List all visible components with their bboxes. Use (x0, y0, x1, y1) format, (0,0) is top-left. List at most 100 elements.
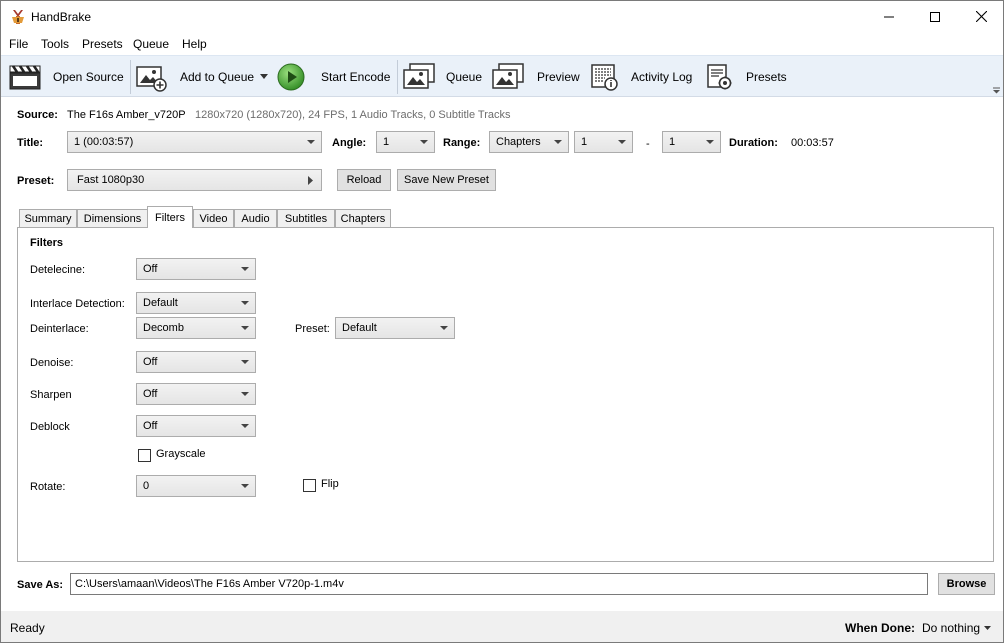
when-done-dropdown[interactable]: Do nothing (920, 617, 998, 637)
sharpen-label: Sharpen (30, 389, 72, 401)
range-end-select[interactable]: 1 (662, 131, 721, 153)
chevron-down-icon (554, 140, 562, 144)
grayscale-checkbox[interactable] (138, 449, 151, 462)
preset-select-value: Fast 1080p30 (77, 174, 145, 186)
queue-button[interactable]: Queue (402, 56, 484, 97)
denoise-value: Off (143, 356, 158, 368)
save-new-preset-button[interactable]: Save New Preset (397, 169, 496, 191)
deblock-value: Off (143, 420, 158, 432)
maximize-button[interactable] (912, 1, 958, 32)
duration-value: 00:03:57 (791, 137, 834, 149)
chevron-down-icon (440, 326, 448, 330)
range-type-value: Chapters (496, 136, 541, 148)
range-type-select[interactable]: Chapters (489, 131, 569, 153)
deinterlace-label: Deinterlace: (30, 323, 89, 335)
save-as-label: Save As: (17, 579, 64, 591)
preset-label: Preset: (17, 175, 55, 187)
deblock-select[interactable]: Off (136, 415, 256, 437)
preview-label: Preview (537, 70, 580, 84)
chevron-down-icon (241, 424, 249, 428)
deinterlace-preset-select[interactable]: Default (335, 317, 455, 339)
status-text: Ready (10, 621, 45, 635)
save-as-path-field[interactable]: C:\Users\amaan\Videos\The F16s Amber V72… (70, 573, 928, 595)
browse-button[interactable]: Browse (938, 573, 995, 595)
rotate-select[interactable]: 0 (136, 475, 256, 497)
activity-log-button[interactable]: Activity Log (589, 56, 697, 97)
detelecine-value: Off (143, 263, 158, 275)
main-toolbar: Open Source Add to Queue Start Encode Qu… (1, 55, 1003, 97)
start-encode-button[interactable]: Start Encode (277, 56, 391, 97)
chevron-down-icon (241, 484, 249, 488)
interlace-detection-select[interactable]: Default (136, 292, 256, 314)
interlace-detection-label: Interlace Detection: (30, 298, 125, 310)
queue-icon (403, 63, 435, 89)
sharpen-value: Off (143, 388, 158, 400)
flip-label: Flip (321, 478, 339, 490)
activity-log-label: Activity Log (631, 70, 693, 84)
preview-button[interactable]: Preview (490, 56, 582, 97)
filters-heading: Filters (30, 237, 64, 249)
angle-select-value: 1 (383, 136, 390, 148)
handbrake-logo-icon (12, 10, 24, 24)
denoise-select[interactable]: Off (136, 351, 256, 373)
menu-tools[interactable]: Tools (41, 37, 69, 51)
preset-select[interactable]: Fast 1080p30 (67, 169, 322, 191)
source-name: The F16s Amber_v720P (67, 109, 186, 121)
rotate-label: Rotate: (30, 481, 66, 493)
toolbar-separator (397, 60, 398, 94)
range-start-select[interactable]: 1 (574, 131, 633, 153)
title-label: Title: (17, 137, 44, 149)
minimize-button[interactable] (866, 1, 912, 32)
chevron-down-icon (241, 267, 249, 271)
menu-queue[interactable]: Queue (133, 37, 169, 51)
save-as-path-value: C:\Users\amaan\Videos\The F16s Amber V72… (75, 578, 344, 590)
handbrake-window: HandBrake File Tools Presets Queue Help … (0, 0, 1004, 643)
chevron-down-icon (241, 301, 249, 305)
detelecine-label: Detelecine: (30, 264, 86, 276)
close-icon (975, 11, 987, 22)
minimize-icon (884, 16, 894, 17)
grayscale-label: Grayscale (156, 448, 206, 460)
tab-dimensions[interactable]: Dimensions (77, 209, 148, 227)
chevron-down-icon (241, 392, 249, 396)
chevron-down-icon (706, 140, 714, 144)
close-button[interactable] (958, 1, 1003, 32)
tab-summary[interactable]: Summary (19, 209, 77, 227)
chevron-down-icon[interactable] (260, 74, 268, 79)
menu-help[interactable]: Help (182, 37, 207, 51)
deblock-label: Deblock (30, 421, 70, 433)
tab-chapters[interactable]: Chapters (335, 209, 391, 227)
tab-video[interactable]: Video (193, 209, 234, 227)
reload-button[interactable]: Reload (337, 169, 391, 191)
chevron-down-icon (241, 326, 249, 330)
add-to-queue-button[interactable]: Add to Queue (135, 56, 271, 97)
deinterlace-select[interactable]: Decomb (136, 317, 256, 339)
title-select[interactable]: 1 (00:03:57) (67, 131, 322, 153)
menu-bar: File Tools Presets Queue Help (1, 33, 1003, 55)
menu-presets[interactable]: Presets (82, 37, 123, 51)
angle-select[interactable]: 1 (376, 131, 435, 153)
maximize-icon (930, 11, 940, 22)
flip-checkbox[interactable] (303, 479, 316, 492)
open-source-button[interactable]: Open Source (7, 56, 125, 97)
detelecine-select[interactable]: Off (136, 258, 256, 280)
presets-button[interactable]: Presets (704, 56, 792, 97)
toolbar-separator (130, 60, 131, 94)
tab-filters[interactable]: Filters (147, 206, 193, 228)
tab-subtitles[interactable]: Subtitles (277, 209, 335, 227)
deinterlace-value: Decomb (143, 322, 184, 334)
title-select-value: 1 (00:03:57) (74, 136, 134, 148)
denoise-label: Denoise: (30, 357, 74, 369)
play-icon (277, 63, 305, 91)
open-source-label: Open Source (53, 70, 124, 84)
tab-audio[interactable]: Audio (234, 209, 277, 227)
duration-label: Duration: (729, 137, 778, 149)
toolbar-overflow-icon[interactable] (993, 87, 1000, 94)
when-done-value: Do nothing (922, 621, 981, 635)
sharpen-select[interactable]: Off (136, 383, 256, 405)
deinterlace-preset-value: Default (342, 322, 377, 334)
deinterlace-preset-label: Preset: (295, 323, 330, 335)
range-end-value: 1 (669, 136, 676, 148)
menu-file[interactable]: File (9, 37, 28, 51)
source-info: 1280x720 (1280x720), 24 FPS, 1 Audio Tra… (195, 109, 511, 121)
